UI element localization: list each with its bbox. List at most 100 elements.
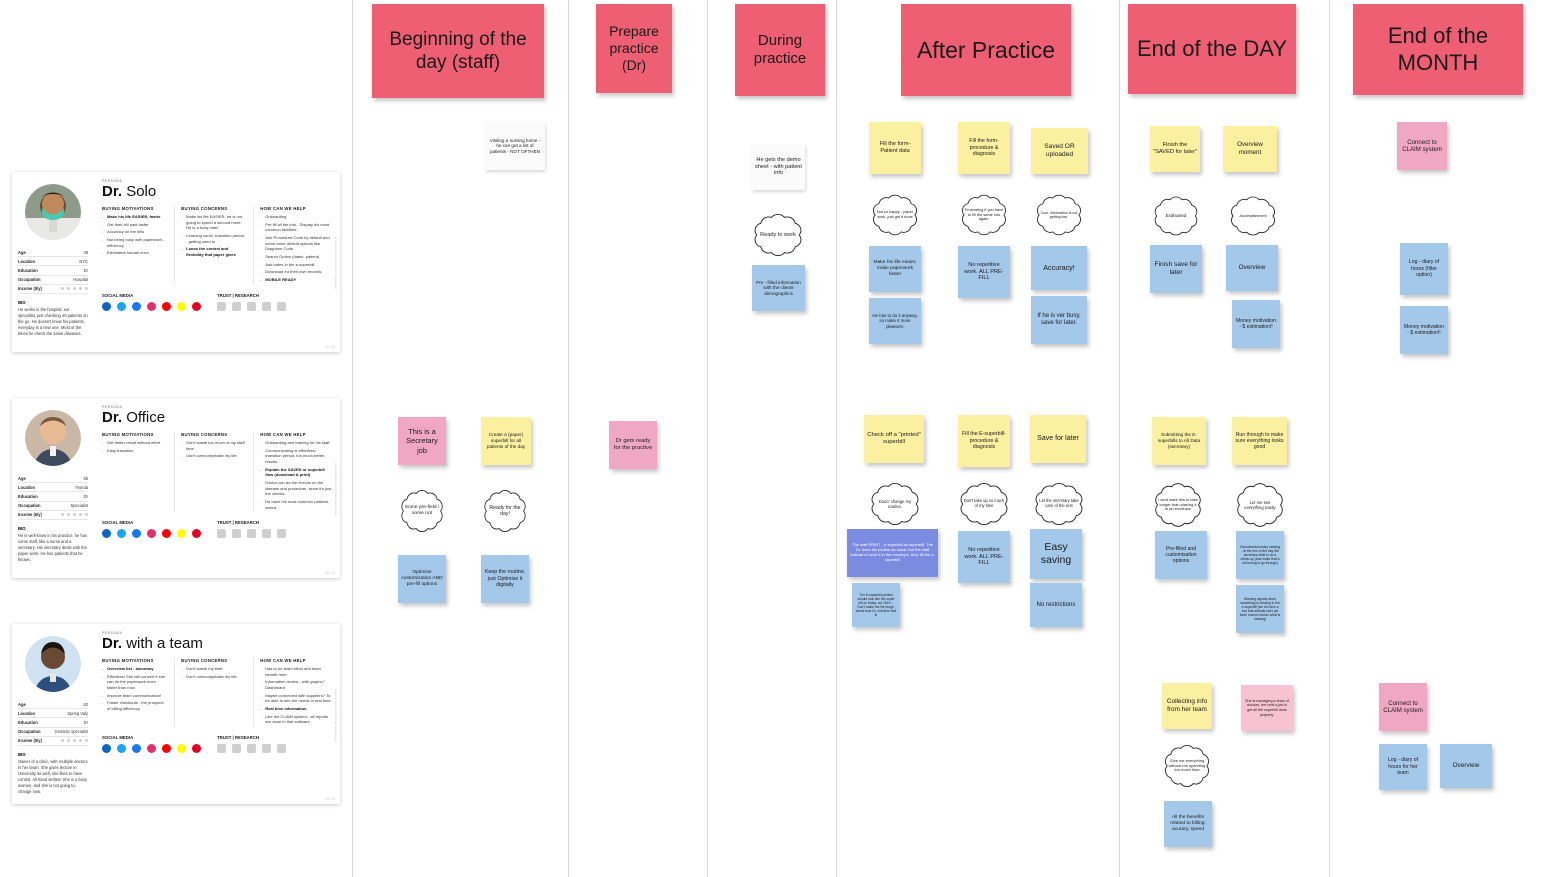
card-icon[interactable] [262, 743, 271, 753]
card-icon[interactable] [262, 529, 271, 539]
linkedin-icon[interactable] [102, 529, 111, 539]
cloud-day-envelope-time[interactable]: I dont want this to take longer than pla… [1146, 478, 1210, 532]
cloud-day-exhausted[interactable]: Exahusted [1146, 192, 1206, 240]
note-day-billing-benefits[interactable]: All the benefits related to billing: acu… [1164, 801, 1212, 847]
note-day-finish-saved[interactable]: Finish the "SAVED for later" [1150, 126, 1200, 172]
note-after-do-it-anyway[interactable]: He has to do it anyway, so make it more … [869, 298, 921, 344]
note-after-staff-print-superbill[interactable]: The staff PRINT - e-superbill as superbi… [847, 529, 938, 577]
youtube-icon[interactable] [162, 743, 171, 753]
column-header-endday[interactable]: End of the DAY [1128, 4, 1296, 94]
card-icon[interactable] [262, 301, 271, 311]
cloud-during-ready-to-work[interactable]: Ready to work [745, 209, 811, 261]
person-icon[interactable] [277, 529, 286, 539]
column-header-after[interactable]: After Practice [901, 4, 1071, 96]
note-month-connect-claim[interactable]: Connect to CLAIM system [1397, 122, 1447, 170]
column-header-prepare[interactable]: Prepare practice (Dr) [596, 4, 672, 93]
person-icon[interactable] [277, 743, 286, 753]
cloud-day-give-me-everything[interactable]: Give me everything without me spending t… [1156, 740, 1218, 792]
note-after-fill-form-patient[interactable]: Fill the form- Patient data [869, 122, 921, 174]
store-icon[interactable] [217, 743, 226, 753]
cloud-beginning-ready-for-day[interactable]: Ready for the day! [476, 485, 534, 537]
monitor-icon[interactable] [232, 743, 241, 753]
column-header-endmonth[interactable]: End of the MONTH [1353, 4, 1523, 95]
note-day-collecting-info[interactable]: Collecting info from her team [1162, 683, 1212, 729]
note-day-finish-save-later[interactable]: Finish save for later [1150, 245, 1202, 293]
cloud-day-accomplishment[interactable]: Accomplishment [1222, 192, 1284, 240]
persona-card-solo[interactable]: Age 48 Location NYC Education Dr Occupation… [12, 172, 340, 352]
note-day-submitting-esuperbills[interactable]: Submitting the E-superbills to All Data … [1152, 417, 1206, 465]
note-beginning-optimise-customization[interactable]: Optimise customization AND pre-fill opti… [398, 555, 446, 603]
note-beginning-secretary-job[interactable]: This is a Secretary job [398, 417, 446, 465]
note-during-demo-sheet[interactable]: He gets the demo sheet - with patient in… [752, 144, 805, 190]
note-beginning-nursing-home[interactable]: Visiting a nursing home - he can get a l… [485, 122, 545, 170]
monitor-icon[interactable] [232, 301, 241, 311]
note-day-money-motivation[interactable]: Money motivation - $ estimation!! [1232, 300, 1280, 348]
cloud-day-see-everything[interactable]: Let me see everything easily [1228, 478, 1292, 532]
note-month-connect-claim-2[interactable]: Connect to CLAIM system [1379, 683, 1427, 731]
note-after-saved-or-uploaded[interactable]: Saved OR uploaded [1031, 128, 1088, 174]
instagram-icon[interactable] [147, 743, 156, 753]
facebook-icon[interactable] [132, 529, 141, 539]
note-month-money-motivation[interactable]: Money motivation - $ estimation!! [1400, 306, 1448, 354]
note-after-check-printed-superbill[interactable]: Check off a "printed" superbill [864, 415, 924, 463]
snapchat-icon[interactable] [177, 301, 186, 311]
note-day-overview-moment[interactable]: Overview moment [1223, 126, 1277, 172]
note-after-fill-form-procedure[interactable]: Fill the form- procedure & diagnosis [958, 122, 1010, 174]
store-icon[interactable] [217, 529, 226, 539]
cloud-after-paperwork[interactable]: Not so happy - paper work, just get it d… [864, 190, 926, 240]
note-month-overview-team[interactable]: Overview [1440, 744, 1492, 788]
note-prepare-dr-gets-ready[interactable]: Dr gets ready for the practive [609, 421, 657, 469]
store-icon[interactable] [217, 301, 226, 311]
persona-card-team[interactable]: Age 62 Location Spring Valy Education Dr Oc… [12, 624, 340, 804]
cloud-after-secretary-rest[interactable]: Let the secretary take care of the rest [1026, 478, 1092, 530]
youtube-icon[interactable] [162, 529, 171, 539]
note-month-log-diary-team[interactable]: Log - diary of hours for her team [1379, 744, 1427, 790]
twitter-icon[interactable] [117, 529, 126, 539]
instagram-icon[interactable] [147, 529, 156, 539]
note-day-prefilled-customisation[interactable]: Pre-filled and customisation options [1155, 531, 1207, 579]
person-icon[interactable] [277, 301, 286, 311]
gear-icon[interactable] [247, 301, 256, 311]
note-after-no-restrictions[interactable]: No restrictions [1030, 583, 1082, 627]
snapchat-icon[interactable] [177, 529, 186, 539]
cloud-beginning-some-prefield[interactable]: Some pre-field / some not [393, 485, 451, 537]
note-after-save-for-later-2[interactable]: Save for later [1030, 415, 1086, 463]
instagram-icon[interactable] [147, 301, 156, 311]
note-after-no-repetitive-work[interactable]: No repetitive work. ALL PRE-FILL [958, 246, 1010, 298]
note-day-overview[interactable]: Overview [1226, 245, 1278, 291]
note-during-prefilled-info[interactable]: Pre - filled information with the client… [752, 265, 805, 311]
note-after-make-life-easier[interactable]: Make his life easier, make paperwork fas… [869, 246, 921, 292]
note-day-warning-signals[interactable]: Warning signals when something is missin… [1236, 585, 1284, 633]
note-beginning-create-paper-superbill[interactable]: Create a (paper) superbill for all patie… [481, 417, 531, 465]
twitter-icon[interactable] [117, 743, 126, 753]
cloud-after-frustrating[interactable]: Frustrating if you have to fill the same… [953, 190, 1015, 240]
column-header-during[interactable]: During practice [735, 4, 825, 96]
note-day-overview-summary-viewing[interactable]: Overview/summary viewing - at the end of… [1236, 531, 1284, 579]
pinterest-icon[interactable] [192, 529, 201, 539]
note-after-easy-saving[interactable]: Easy saving [1030, 529, 1082, 579]
cloud-after-dont-take-time[interactable]: Don't take up so much of my time [951, 478, 1017, 530]
note-beginning-keep-routine[interactable]: Keep the routine, just Optimise it digit… [481, 555, 529, 603]
cloud-after-dont-change-routine[interactable]: Dooo' change my routine. [862, 478, 928, 530]
note-after-fill-esuperbill[interactable]: Fill the E-superbill- procedure & diagno… [958, 415, 1010, 467]
linkedin-icon[interactable] [102, 301, 111, 311]
facebook-icon[interactable] [132, 743, 141, 753]
gear-icon[interactable] [247, 743, 256, 753]
snapchat-icon[interactable] [177, 743, 186, 753]
note-day-managing-team[interactable]: She is managing a team of doctors, her n… [1241, 685, 1293, 731]
column-header-beginning[interactable]: Beginning of the day (staff) [372, 4, 544, 98]
linkedin-icon[interactable] [102, 743, 111, 753]
youtube-icon[interactable] [162, 301, 171, 311]
note-day-run-through[interactable]: Run through to make sure everything look… [1232, 417, 1287, 465]
twitter-icon[interactable] [117, 301, 126, 311]
note-after-esuperbill-print-look[interactable]: The E-superbill printed should look like… [852, 583, 900, 627]
note-after-no-repetitive-work-2[interactable]: No repetitive work. ALL PRE-FILL [958, 531, 1010, 583]
facebook-icon[interactable] [132, 301, 141, 311]
gear-icon[interactable] [247, 529, 256, 539]
persona-card-office[interactable]: Age 55 Location Florida Education Dr Occupa… [12, 398, 340, 578]
cloud-after-not-lost[interactable]: Cool, information is not getting lost. [1028, 190, 1090, 240]
monitor-icon[interactable] [232, 529, 241, 539]
note-month-log-diary[interactable]: Log - diary of hours (filter option) [1400, 243, 1448, 295]
note-after-save-for-later[interactable]: If he is ver busy, save for later. [1031, 296, 1087, 344]
pinterest-icon[interactable] [192, 301, 201, 311]
